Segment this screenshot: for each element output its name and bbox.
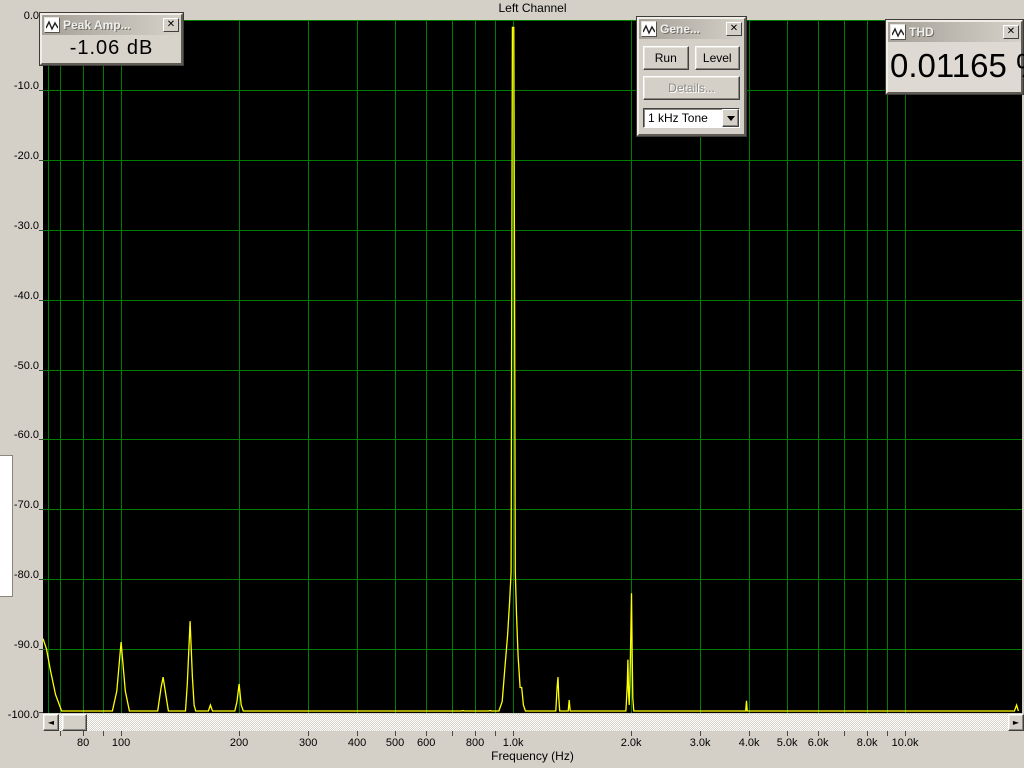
- peak-amplitude-window: Peak Amp... ✕ -1.06 dB: [40, 13, 183, 65]
- chevron-down-icon[interactable]: [722, 109, 739, 127]
- y-tick-mark: [39, 300, 43, 301]
- generator-titlebar[interactable]: Gene... ✕: [639, 19, 744, 39]
- x-tick-mark: [749, 731, 750, 736]
- x-tick-mark: [239, 731, 240, 736]
- x-tick-mark: [475, 731, 476, 736]
- spectrum-plot: [43, 20, 1022, 713]
- x-tick-mark: [426, 731, 427, 736]
- waveform-icon: [890, 24, 906, 40]
- x-tick-label: 3.0k: [675, 737, 725, 749]
- x-tick-mark: [83, 731, 84, 736]
- y-tick-mark: [39, 579, 43, 580]
- x-tick-mark: [103, 731, 104, 736]
- x-tick-label: 200: [214, 737, 264, 749]
- x-tick-mark: [357, 731, 358, 736]
- y-tick-label: -60.0: [0, 429, 39, 441]
- y-tick-mark: [39, 649, 43, 650]
- x-tick-label: 300: [283, 737, 333, 749]
- generator-title: Gene...: [660, 22, 723, 36]
- waveform-icon: [44, 17, 60, 33]
- details-button[interactable]: Details...: [643, 76, 740, 100]
- peak-amplitude-titlebar[interactable]: Peak Amp... ✕: [42, 15, 181, 35]
- y-tick-label: -50.0: [0, 360, 39, 372]
- x-tick-label: 1.0k: [488, 737, 538, 749]
- x-tick-mark: [60, 731, 61, 736]
- scrollbar-thumb[interactable]: [62, 714, 87, 731]
- y-tick-mark: [39, 439, 43, 440]
- scroll-left-icon: ◄: [48, 718, 54, 727]
- y-tick-mark: [39, 509, 43, 510]
- y-tick-label: -10.0: [0, 80, 39, 92]
- peak-amplitude-title: Peak Amp...: [63, 18, 160, 32]
- scrollbar-left-arrow-button[interactable]: ◄: [43, 714, 59, 731]
- frequency-scrollbar[interactable]: ◄ ►: [43, 714, 1024, 731]
- x-tick-mark: [121, 731, 122, 736]
- x-tick-label: 6.0k: [793, 737, 843, 749]
- y-tick-mark: [39, 90, 43, 91]
- x-tick-mark: [844, 731, 845, 736]
- thd-titlebar[interactable]: THD ✕: [888, 22, 1021, 42]
- chart-title: Left Channel: [43, 1, 1022, 15]
- spectrum-analyzer-app: Left Channel 0.0 -10.0 -20.0 -30.0 -40.0 -50.…: [0, 0, 1024, 768]
- scrollbar-right-arrow-button[interactable]: ►: [1008, 714, 1024, 731]
- generator-window: Gene... ✕ Run Level Details... 1 kHz Ton…: [637, 17, 746, 136]
- x-tick-mark: [700, 731, 701, 736]
- offscreen-window-fragment: [0, 455, 13, 597]
- close-icon[interactable]: ✕: [1003, 25, 1019, 39]
- close-icon[interactable]: ✕: [726, 22, 742, 36]
- x-tick-mark: [787, 731, 788, 736]
- x-tick-label: 600: [401, 737, 451, 749]
- level-button[interactable]: Level: [695, 46, 741, 70]
- x-tick-label: 2.0k: [606, 737, 656, 749]
- y-tick-label: -30.0: [0, 220, 39, 232]
- tone-select-value: 1 kHz Tone: [644, 111, 722, 125]
- y-tick-label: 0.0: [0, 10, 39, 22]
- y-tick-mark: [39, 370, 43, 371]
- x-tick-mark: [887, 731, 888, 736]
- x-tick-mark: [308, 731, 309, 736]
- thd-title: THD: [909, 25, 1000, 39]
- x-tick-mark: [631, 731, 632, 736]
- peak-amplitude-value: -1.06 dB: [42, 35, 181, 63]
- y-tick-label: -100.0: [0, 709, 39, 721]
- y-tick-label: -90.0: [0, 639, 39, 651]
- x-tick-mark: [452, 731, 453, 736]
- x-tick-mark: [818, 731, 819, 736]
- y-tick-label: -20.0: [0, 150, 39, 162]
- waveform-icon: [641, 21, 657, 37]
- spectrum-trace: [43, 27, 1018, 711]
- run-button[interactable]: Run: [643, 46, 689, 70]
- tone-select[interactable]: 1 kHz Tone: [643, 108, 740, 128]
- y-tick-mark: [39, 230, 43, 231]
- x-axis-title: Frequency (Hz): [43, 749, 1022, 763]
- spectrum-plot-canvas: [43, 20, 1022, 713]
- thd-value: 0.01165 %: [888, 42, 1021, 92]
- thd-window: THD ✕ 0.01165 %: [886, 20, 1023, 94]
- scroll-right-icon: ►: [1013, 718, 1019, 727]
- x-tick-mark: [867, 731, 868, 736]
- close-icon[interactable]: ✕: [163, 18, 179, 32]
- x-tick-mark: [395, 731, 396, 736]
- y-tick-mark: [39, 160, 43, 161]
- y-tick-label: -40.0: [0, 290, 39, 302]
- x-tick-mark: [905, 731, 906, 736]
- x-tick-mark: [513, 731, 514, 736]
- x-tick-mark: [495, 731, 496, 736]
- x-tick-label: 10.0k: [880, 737, 930, 749]
- y-tick-mark: [39, 712, 43, 713]
- x-tick-label: 100: [96, 737, 146, 749]
